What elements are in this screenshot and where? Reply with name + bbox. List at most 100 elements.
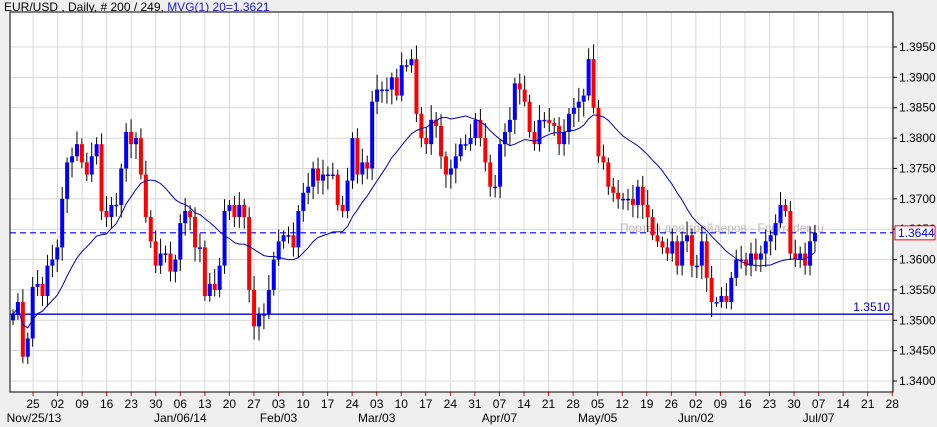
candle-bearish	[355, 138, 360, 175]
candle-bearish	[424, 138, 429, 145]
candle-bullish	[626, 198, 630, 201]
candle-bullish	[217, 265, 222, 290]
candle-bearish	[611, 186, 616, 193]
candle-bullish	[493, 186, 498, 189]
x-tick-label: 07	[493, 397, 507, 411]
x-tick-label: 03	[272, 397, 286, 411]
x-tick-label: 20	[223, 397, 237, 411]
candle-bullish	[45, 265, 50, 296]
candle-bullish	[261, 314, 266, 316]
candle-bearish	[601, 156, 606, 163]
candle-bullish	[109, 204, 114, 218]
candle-bullish	[586, 59, 591, 96]
candle-bullish	[35, 283, 40, 287]
candle-bullish	[680, 241, 685, 266]
candle-bullish	[537, 119, 542, 145]
candle-bearish	[665, 247, 670, 254]
x-tick-label: 06	[174, 397, 188, 411]
x-tick-label: 24	[444, 397, 458, 411]
candle-bullish	[183, 210, 188, 224]
candle-bullish	[30, 286, 35, 339]
x-tick-label: 07	[812, 397, 826, 411]
candle-bullish	[571, 107, 576, 114]
candle-bullish	[581, 95, 586, 102]
candle-bearish	[414, 59, 419, 114]
candle-bearish	[335, 174, 340, 205]
candle-bullish	[635, 186, 640, 205]
y-tick-label: 1.3600	[899, 253, 936, 267]
candle-bullish	[542, 119, 547, 122]
candle-bullish	[773, 223, 778, 236]
candle-bearish	[709, 277, 714, 303]
candle-bearish	[202, 247, 207, 296]
candle-bullish	[70, 156, 75, 163]
candle-bearish	[168, 253, 173, 272]
candle-bearish	[645, 204, 650, 218]
candle-bullish	[507, 119, 512, 133]
candle-bearish	[616, 192, 621, 199]
candle-bullish	[330, 174, 335, 177]
candle-bullish	[498, 144, 503, 187]
candle-bearish	[660, 241, 665, 248]
x-tick-label: 02	[689, 397, 703, 411]
candle-bearish	[212, 283, 217, 290]
candle-bearish	[689, 235, 694, 266]
x-tick-label: 02	[51, 397, 65, 411]
x-tick-label: 17	[321, 397, 335, 411]
candle-bearish	[394, 77, 399, 96]
candle-bullish	[694, 265, 699, 268]
y-tick-label: 1.3950	[899, 40, 936, 54]
candlestick-chart[interactable]: 1.34001.34501.35001.35501.36001.36501.37…	[0, 0, 937, 427]
x-tick-label: 12	[616, 397, 630, 411]
candle-bullish	[227, 204, 232, 211]
candle-bullish	[237, 204, 242, 218]
x-month-label: May/05	[578, 411, 618, 425]
candle-bullish	[271, 259, 276, 290]
x-tick-label: 14	[517, 397, 531, 411]
candle-bullish	[768, 235, 773, 242]
x-tick-label: 16	[100, 397, 114, 411]
candle-bullish	[758, 253, 763, 260]
candle-bearish	[99, 144, 104, 211]
x-tick-label: 27	[247, 397, 261, 411]
candle-bullish	[473, 119, 478, 139]
candle-bullish	[173, 259, 178, 272]
candle-bearish	[84, 162, 89, 175]
candle-bullish	[404, 65, 409, 67]
candle-bullish	[134, 138, 138, 145]
candle-bearish	[247, 217, 252, 290]
x-tick-label: 17	[419, 397, 433, 411]
candle-bearish	[443, 156, 448, 175]
candle-bearish	[242, 204, 247, 218]
candle-bullish	[370, 101, 375, 169]
x-tick-label: 28	[886, 397, 900, 411]
candle-bullish	[670, 241, 675, 254]
candle-bullish	[621, 198, 626, 201]
candle-bearish	[527, 101, 532, 133]
y-tick-label: 1.3900	[899, 70, 936, 84]
candle-bearish	[129, 132, 134, 145]
candle-bearish	[316, 168, 321, 181]
x-tick-label: 19	[640, 397, 654, 411]
candle-bearish	[138, 138, 143, 175]
x-tick-label: 23	[125, 397, 139, 411]
candle-bullish	[749, 253, 753, 266]
x-tick-label: 14	[836, 397, 850, 411]
candle-bullish	[562, 132, 567, 145]
candle-bearish	[79, 144, 84, 163]
candle-bullish	[360, 162, 365, 175]
chart-window: EUR/USD , Daily, # 200 / 249, MVG(1) 20=…	[0, 0, 937, 427]
candle-bearish	[591, 59, 596, 108]
x-month-label: Jan/06/14	[154, 411, 207, 425]
candle-bearish	[788, 210, 793, 254]
y-tick-label: 1.3800	[899, 131, 936, 145]
y-tick-label: 1.3400	[899, 374, 936, 388]
candle-bearish	[650, 217, 655, 236]
candle-bullish	[734, 259, 739, 278]
candle-bullish	[798, 253, 803, 260]
candle-bullish	[350, 138, 355, 181]
candle-bullish	[345, 180, 350, 211]
candle-bullish	[114, 204, 119, 207]
candle-bearish	[193, 217, 198, 248]
candle-bullish	[207, 283, 212, 296]
